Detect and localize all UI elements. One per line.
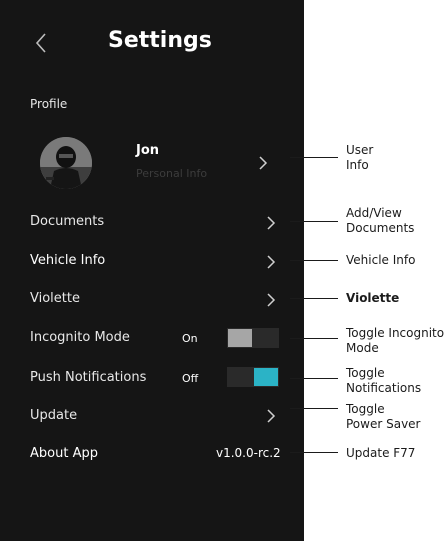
callout-vehicle-info: Vehicle Info	[346, 253, 416, 267]
toggle-knob	[228, 329, 252, 347]
chevron-right-icon[interactable]	[266, 409, 276, 423]
chevron-right-icon[interactable]	[258, 156, 268, 170]
callout-push: Toggle Notifications	[346, 366, 421, 396]
violette-item[interactable]: Violette	[30, 291, 80, 306]
toggle-knob	[254, 368, 278, 386]
chevron-right-icon[interactable]	[266, 293, 276, 307]
callout-text: Toggle	[346, 366, 385, 380]
callout-line	[290, 298, 338, 299]
profile-name: Jon	[136, 143, 160, 158]
callout-text: User	[346, 143, 374, 157]
push-notifications-toggle[interactable]	[227, 367, 279, 387]
callout-line	[290, 338, 338, 339]
about-app-item[interactable]: About App	[30, 446, 98, 461]
chevron-right-icon[interactable]	[266, 216, 276, 230]
callout-text: Mode	[346, 341, 379, 355]
callout-text: Power Saver	[346, 417, 421, 431]
profile-section-label: Profile	[30, 97, 68, 111]
documents-item[interactable]: Documents	[30, 214, 104, 229]
callout-user-info: User Info	[346, 143, 373, 173]
profile-subtitle: Personal Info	[136, 167, 208, 180]
vehicle-info-item[interactable]: Vehicle Info	[30, 253, 105, 268]
page-title: Settings	[108, 28, 212, 53]
callout-text: Notifications	[346, 381, 422, 395]
callout-line	[290, 378, 338, 379]
callout-line	[290, 408, 338, 409]
push-state-text: Off	[182, 372, 199, 385]
callout-about: Update F77	[346, 446, 416, 460]
callout-text: Add/View	[346, 206, 402, 220]
callout-incognito: Toggle Incognito Mode	[346, 326, 444, 356]
incognito-state-text: On	[182, 332, 198, 345]
callout-update: Toggle Power Saver	[346, 402, 420, 432]
version-text: v1.0.0-rc.2	[216, 446, 281, 460]
avatar[interactable]	[40, 137, 92, 189]
avatar-image	[40, 137, 92, 189]
chevron-right-icon[interactable]	[266, 255, 276, 269]
callout-line	[290, 260, 338, 261]
callout-text: Documents	[346, 221, 415, 235]
callout-line	[290, 157, 338, 158]
callout-text: Info	[346, 158, 369, 172]
push-notifications-label: Push Notifications	[30, 370, 147, 385]
callout-line	[290, 221, 338, 222]
callout-violette: Violette	[346, 291, 400, 305]
callout-documents: Add/View Documents	[346, 206, 414, 236]
callout-line	[290, 452, 338, 453]
callout-text: Toggle Incognito	[346, 326, 445, 340]
callout-text: Toggle	[346, 402, 385, 416]
update-item[interactable]: Update	[30, 408, 77, 423]
chevron-left-icon[interactable]	[34, 32, 48, 54]
settings-panel: Settings Profile Jon Personal Info Docum…	[0, 0, 304, 541]
incognito-mode-label: Incognito Mode	[30, 330, 130, 345]
incognito-toggle[interactable]	[227, 328, 279, 348]
